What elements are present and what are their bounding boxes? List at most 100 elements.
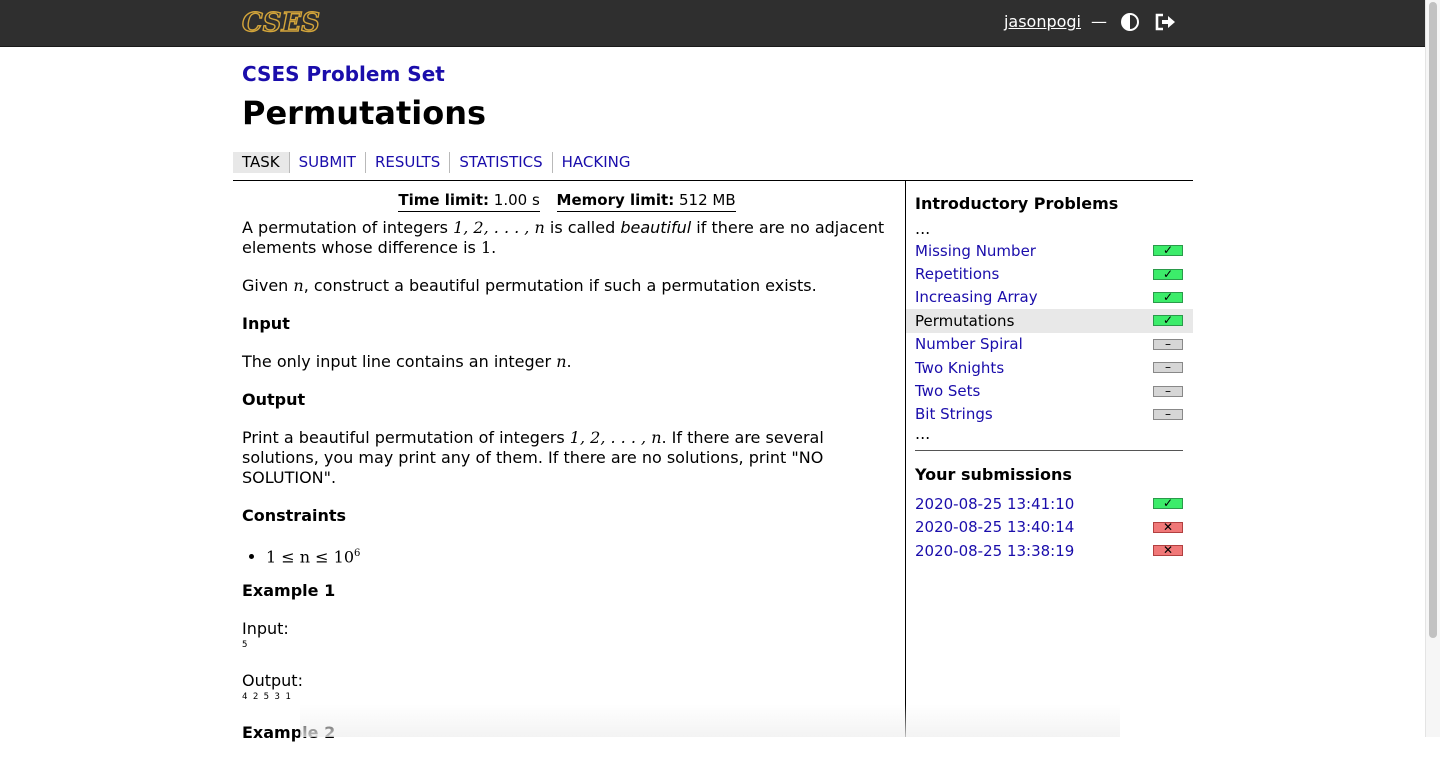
example-output-label: Output: [242, 671, 303, 691]
time-limit-value: 1.00 s [493, 191, 540, 209]
task-link[interactable]: Missing Number [915, 242, 1036, 260]
example-input-code: 5 [242, 640, 248, 651]
logout-icon[interactable] [1155, 13, 1177, 31]
example-2-heading: Example 2 [242, 723, 336, 743]
task-list-item[interactable]: Bit Strings – [906, 403, 1193, 426]
submission-link[interactable]: 2020-08-25 13:38:19 [915, 542, 1074, 560]
text: , construct a beautiful permutation if s… [303, 276, 817, 295]
submission-link[interactable]: 2020-08-25 13:40:14 [915, 518, 1074, 536]
time-limit: Time limit: 1.00 s [398, 191, 540, 212]
text: . [566, 352, 572, 371]
tab-results[interactable]: RESULTS [366, 152, 451, 173]
tab-task[interactable]: TASK [233, 152, 290, 173]
separator: — [1091, 12, 1107, 31]
task-list-item[interactable]: Two Sets – [906, 379, 1193, 402]
cross-icon: ✕ [1162, 519, 1174, 534]
math-expression: n [293, 276, 304, 295]
checkmark-icon: ✓ [1162, 313, 1174, 328]
task-link[interactable]: Repetitions [915, 265, 999, 283]
memory-limit: Memory limit: 512 MB [556, 191, 736, 212]
submission-item[interactable]: 2020-08-25 13:40:14 ✕ [915, 516, 1183, 539]
submissions-title: Your submissions [915, 465, 1072, 485]
task-list-item[interactable]: Two Knights – [906, 356, 1193, 379]
math-expression: 1 [480, 238, 492, 257]
account-area: jasonpogi — [1004, 12, 1177, 31]
task-link[interactable]: Two Sets [915, 382, 980, 400]
scrollbar-thumb[interactable] [1429, 2, 1437, 638]
content-divider [233, 180, 1193, 181]
output-heading: Output [242, 390, 306, 409]
status-icon: ✓ [1153, 313, 1183, 327]
submission-item[interactable]: 2020-08-25 13:41:10 ✓ [915, 492, 1183, 515]
page-scrollbar[interactable] [1425, 0, 1440, 737]
statement-paragraph: A permutation of integers 1, 2, . . . , … [242, 218, 892, 258]
task-link[interactable]: Increasing Array [915, 288, 1038, 306]
text: A permutation of integers [242, 218, 454, 237]
sidebar-divider-line [915, 450, 1183, 452]
ellipsis-top: ... [915, 219, 931, 238]
text: Print a beautiful permutation of integer… [242, 428, 570, 447]
cross-icon: ✕ [1162, 543, 1174, 558]
problem-statement: Time limit: 1.00 s Memory limit: 512 MB … [242, 190, 892, 761]
task-list-item-current[interactable]: Permutations ✓ [906, 309, 1193, 333]
top-bar: CSES jasonpogi — [0, 0, 1425, 47]
task-list-item[interactable]: Number Spiral – [906, 333, 1193, 356]
time-limit-label: Time limit: [398, 191, 489, 209]
task-link[interactable]: Two Knights [915, 359, 1004, 377]
text: The only input line contains an integer [242, 352, 557, 371]
status-icon: ✓ [1153, 267, 1183, 281]
checkmark-icon: ✓ [1162, 266, 1174, 281]
submission-link[interactable]: 2020-08-25 13:41:10 [915, 495, 1074, 513]
status-icon: ✕ [1153, 543, 1183, 557]
status-icon: – [1153, 384, 1183, 398]
checkmark-icon: ✓ [1162, 289, 1174, 304]
cses-logo[interactable]: CSES [241, 7, 320, 38]
text: Given [242, 276, 294, 295]
output-paragraph: Print a beautiful permutation of integer… [242, 428, 892, 488]
task-list-item[interactable]: Missing Number ✓ [906, 239, 1193, 262]
tab-statistics[interactable]: STATISTICS [450, 152, 553, 173]
status-icon: – [1153, 407, 1183, 421]
task-nav: TASK SUBMIT RESULTS STATISTICS HACKING [233, 152, 640, 173]
math-expression: 1, 2, . . . , n [569, 428, 662, 447]
input-paragraph: The only input line contains an integer … [242, 352, 892, 372]
example-output-code: 4 2 5 3 1 [242, 692, 291, 703]
task-link[interactable]: Permutations [915, 312, 1014, 330]
task-link[interactable]: Bit Strings [915, 405, 993, 423]
constraint-item: 1 ≤ n ≤ 106 [266, 544, 892, 567]
contrast-icon[interactable] [1121, 12, 1139, 31]
checkmark-icon: ✓ [1162, 496, 1174, 511]
dash-icon: – [1165, 336, 1171, 351]
ellipsis-bottom: ... [915, 424, 931, 444]
example-1-heading: Example 1 [242, 581, 336, 601]
math-expression: n [556, 352, 567, 371]
limits-bar: Time limit: 1.00 s Memory limit: 512 MB [242, 190, 892, 212]
dash-icon: – [1165, 406, 1171, 421]
status-icon: ✓ [1153, 496, 1183, 510]
example-input-label: Input: [242, 619, 289, 639]
sidebar: Introductory Problems ... Missing Number… [906, 194, 1193, 562]
constraints-list: 1 ≤ n ≤ 106 [242, 544, 892, 567]
dash-icon: – [1165, 360, 1171, 375]
tab-hacking[interactable]: HACKING [553, 152, 640, 173]
task-list-item[interactable]: Increasing Array ✓ [906, 286, 1193, 309]
dash-icon: – [1165, 383, 1171, 398]
math-expression: 1, 2, . . . , n [453, 218, 545, 237]
status-icon: ✓ [1153, 243, 1183, 257]
math-expression: 1 ≤ n ≤ 10 [266, 547, 354, 567]
section-title: Introductory Problems [915, 194, 1119, 213]
memory-limit-value: 512 MB [678, 191, 736, 209]
checkmark-icon: ✓ [1162, 243, 1174, 258]
username-link[interactable]: jasonpogi [1004, 12, 1081, 31]
task-link[interactable]: Number Spiral [915, 335, 1023, 353]
status-icon: – [1153, 337, 1183, 351]
memory-limit-label: Memory limit: [556, 191, 675, 209]
status-icon: ✕ [1153, 520, 1183, 534]
task-list-item[interactable]: Repetitions ✓ [906, 262, 1193, 285]
status-icon: – [1153, 360, 1183, 374]
page-title: Permutations [242, 94, 487, 132]
constraints-heading: Constraints [242, 506, 347, 525]
problem-set-link[interactable]: CSES Problem Set [242, 62, 486, 86]
submission-item[interactable]: 2020-08-25 13:38:19 ✕ [915, 539, 1183, 562]
tab-submit[interactable]: SUBMIT [290, 152, 366, 173]
